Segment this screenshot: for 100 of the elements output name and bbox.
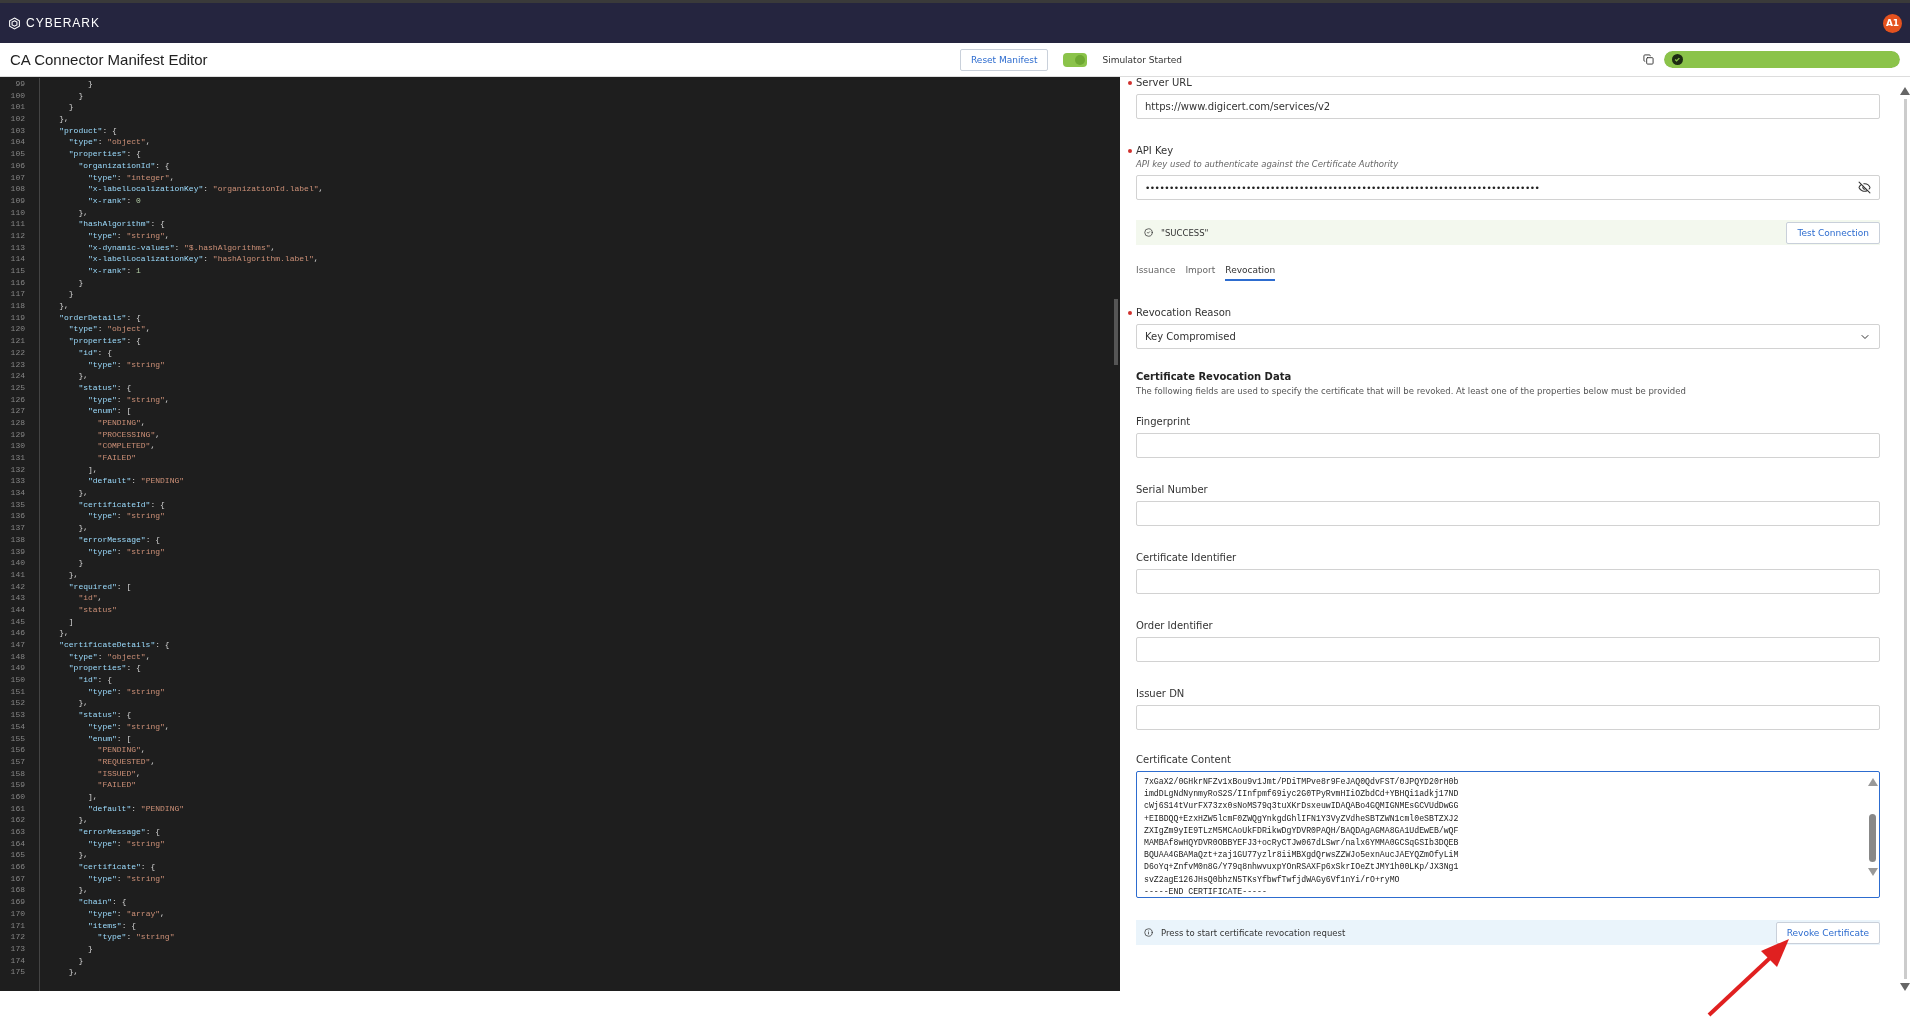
input-field[interactable]	[1136, 501, 1880, 526]
line-number: 121	[9, 335, 26, 347]
line-number: 113	[9, 241, 26, 254]
user-avatar[interactable]: A1	[1883, 13, 1902, 33]
field-label: Serial Number	[1136, 484, 1208, 495]
code-line: }	[77, 557, 84, 569]
code-line: }	[67, 288, 74, 301]
code-line: }	[67, 101, 74, 114]
code-line: },	[67, 966, 79, 978]
line-number: 105	[9, 148, 26, 160]
code-line: }	[77, 954, 84, 967]
scrollbar-thumb[interactable]	[1903, 99, 1907, 979]
field-label: Revocation Reason	[1136, 307, 1232, 318]
certificate-content-field[interactable]: 7xGaX2/0GHkrNFZv1xBou9v1Jmt/PDiTMPve8r9FeJAQ0QdvFST/0JPQYD20rH0b imdDLgNdNynmyRoS2S/IInfpmf69iyc2G0TPyRvmHIiOZbdCd+YBHQi1adkj17ND cWj6S14tVurFX73zx0sNoMS79q3tuXKrDsxeuwIDAQABo4GQMIGNMEsGCVUdDwGG +EIBDQQ+EzxHZW5lcmF0ZWQgYnkgdGhlIFN1Y3VyZVdheSBTZWN1cml0eSBTZXJ2 ZXIgZm9yIE9TLzM5MCAoUkFDRikwDgYDVR0PAQH/BAQDAgAGMA8GA1UdEwEB/wQF MAMBAf8wHQYDVR0OBBYEFJ3+ocRyCTJw067dLSwr/nalx6YMMA0GCSqGSIb3DQEB BQUAA4GBAMaQzt+zaj1GU77yzlr8iiMBXgdQrwsZZWJo5exnAucJAEYQZmOfyLiM D6oYq+ZnfvM0n8G/Y79q8nhwvuxpYOnRSAXFp6xSkrIOeZtJMY1h00LKp/JX3Ng1 svZ2agE126JHsQ0bhzN5TKsYfbwfTwfjdWAGy6Vf1nYi/rO+ryMO -----END CERTIFICATE-----	[1136, 771, 1880, 898]
tab[interactable]: Revocation	[1225, 265, 1276, 281]
code-line: "properties": {	[67, 662, 141, 675]
code-line: },	[77, 697, 88, 710]
code-line: "type": "string"	[87, 837, 165, 850]
line-number: 162	[9, 814, 26, 826]
line-number: 104	[9, 136, 26, 149]
code-line: }	[77, 276, 84, 289]
scroll-up-icon[interactable]	[1867, 778, 1878, 786]
line-number: 126	[9, 393, 26, 406]
code-line: },	[77, 522, 88, 534]
line-number: 114	[9, 253, 26, 265]
revocation-reason-select[interactable]: Key Compromised	[1136, 324, 1880, 349]
scrollbar-thumb[interactable]	[1114, 299, 1118, 365]
line-number: 99	[14, 78, 26, 90]
hide-password-icon[interactable]	[1858, 181, 1871, 194]
test-connection-button[interactable]: Test Connection	[1786, 221, 1880, 244]
input-field[interactable]	[1136, 569, 1880, 594]
line-number: 134	[9, 487, 26, 499]
code-line: "required": [	[67, 580, 132, 593]
line-number: 109	[9, 194, 26, 207]
code-line: "type": "string"	[96, 931, 175, 943]
code-line: "product": {	[58, 124, 117, 137]
code-line: "type": "string",	[87, 720, 170, 733]
code-line: "chain": {	[77, 896, 127, 908]
line-number: 122	[9, 346, 26, 359]
line-number: 124	[9, 370, 26, 382]
line-number: 168	[9, 884, 26, 897]
code-line: "PENDING",	[96, 416, 146, 429]
reset-manifest-button[interactable]: Reset Manifest	[960, 48, 1049, 71]
input-field[interactable]	[1136, 637, 1880, 662]
line-number: 156	[9, 744, 26, 756]
line-number: 137	[9, 522, 26, 534]
line-number: 173	[9, 942, 26, 955]
section-title: Certificate Revocation Data	[1136, 371, 1293, 382]
line-number: 120	[9, 323, 26, 336]
line-number: 170	[9, 907, 26, 920]
scrollbar-thumb[interactable]	[1869, 814, 1876, 862]
input-field[interactable]	[1136, 705, 1880, 730]
field-label: Server URL	[1136, 77, 1192, 88]
code-line: "certificateDetails": {	[58, 639, 170, 651]
line-number: 145	[9, 615, 26, 628]
revoke-certificate-button[interactable]: Revoke Certificate	[1775, 921, 1880, 944]
server-url-field[interactable]: https://www.digicert.com/services/v2	[1136, 94, 1880, 119]
revocation-message: Press to start certificate revocation request	[1161, 927, 1347, 938]
code-line: "id",	[77, 592, 103, 604]
line-number: 172	[9, 931, 26, 943]
simulator-toggle[interactable]	[1063, 52, 1088, 67]
line-number: 136	[9, 510, 26, 523]
scroll-up-icon[interactable]	[1900, 87, 1910, 95]
line-number: 169	[9, 896, 26, 908]
code-line: "x-labelLocalizationKey": "organizationId.label",	[87, 183, 324, 195]
line-number: 100	[9, 89, 26, 102]
line-number: 101	[9, 101, 26, 114]
line-number: 108	[9, 183, 26, 195]
code-line: },	[77, 884, 88, 897]
code-line: "type": "array",	[87, 907, 165, 920]
code-line: "status": {	[77, 709, 132, 721]
code-line: },	[58, 627, 69, 639]
line-number: 164	[9, 837, 26, 850]
code-line: "orderDetails": {	[58, 311, 141, 324]
copy-icon[interactable]	[1643, 54, 1654, 65]
line-number: 131	[9, 452, 26, 464]
scroll-down-icon[interactable]	[1867, 868, 1878, 876]
tab[interactable]: Import	[1185, 265, 1216, 281]
line-number: 130	[9, 440, 26, 452]
code-line: ],	[87, 790, 98, 803]
code-line: }	[87, 942, 93, 955]
code-line: "status": {	[77, 381, 132, 394]
code-line: },	[77, 206, 88, 219]
code-line: "errorMessage": {	[77, 533, 161, 546]
line-number: 118	[9, 300, 26, 312]
api-key-field[interactable]: ••••••••••••••••••••••••••••••••••••••••••••••••••••••••••••••••••••••••••••••••••	[1136, 175, 1880, 200]
line-number: 174	[9, 954, 26, 967]
code-line: "id": {	[77, 674, 113, 686]
tab[interactable]: Issuance	[1136, 265, 1176, 281]
line-number: 142	[9, 580, 26, 593]
line-number: 161	[9, 802, 26, 815]
code-line: "type": "string"	[87, 510, 165, 523]
code-line: "type": "object",	[67, 136, 151, 149]
brand-name: CYBERARK	[26, 16, 101, 30]
code-line: "type": "string"	[87, 545, 165, 558]
code-line: "PENDING",	[96, 744, 146, 756]
line-number: 135	[9, 498, 26, 511]
input-field[interactable]	[1136, 433, 1880, 458]
line-number: 146	[9, 627, 26, 639]
scroll-down-icon[interactable]	[1900, 983, 1910, 991]
